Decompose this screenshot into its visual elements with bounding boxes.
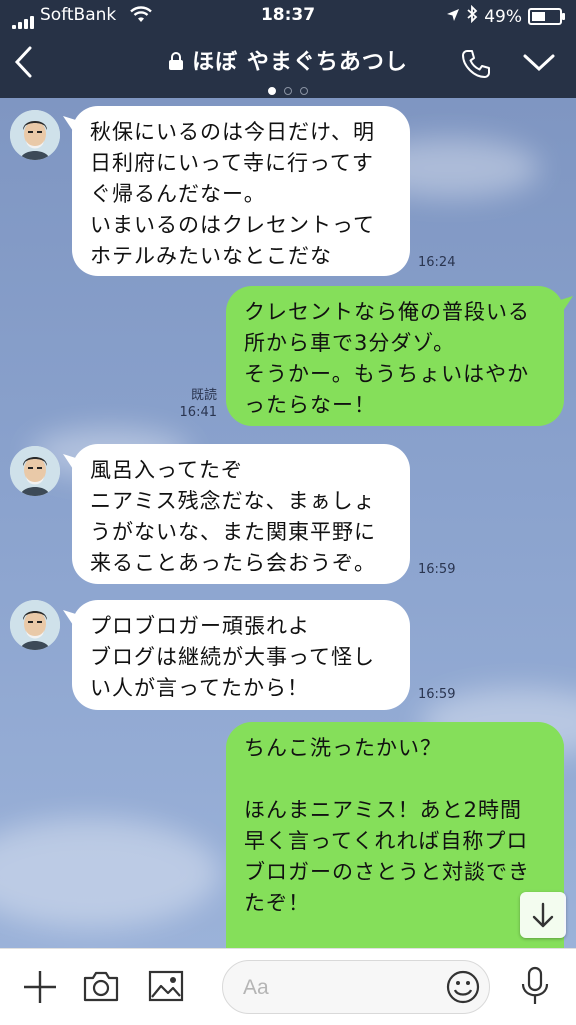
lock-icon (168, 51, 184, 76)
input-bar (0, 948, 576, 1025)
chat-area[interactable]: 秋保にいるのは今日だけ、明 日利府にいって寺に行ってす ぐ帰るんだなー。 いまい… (0, 98, 576, 948)
emoji-icon[interactable] (445, 969, 481, 1009)
location-icon (446, 7, 460, 27)
image-icon[interactable] (148, 969, 184, 1007)
phone-icon[interactable] (460, 48, 492, 84)
chevron-down-icon[interactable] (522, 52, 556, 78)
scroll-to-bottom-button[interactable] (520, 892, 566, 938)
message-time: 16:59 (418, 562, 456, 577)
bluetooth-icon (466, 4, 478, 28)
plus-icon[interactable] (22, 969, 58, 1009)
avatar[interactable] (10, 600, 60, 650)
chat-title-text: ほぼ やまぐちあつし (192, 50, 408, 75)
message-time: 16:24 (418, 255, 456, 270)
message-time: 16:41 (179, 405, 217, 420)
message-bubble-incoming[interactable]: プロブロガー頑張れよ ブログは継続が大事って怪し い人が言ってたから！ (72, 600, 410, 710)
message-input[interactable] (241, 973, 445, 1003)
message-bubble-incoming[interactable]: 秋保にいるのは今日だけ、明 日利府にいって寺に行ってす ぐ帰るんだなー。 いまい… (72, 106, 410, 276)
message-bubble-outgoing[interactable]: ちんこ洗ったかい？ ほんまニアミス！あと2時間 早く言ってくれれば自称プロ ブロ… (226, 722, 564, 948)
message-bubble-incoming[interactable]: 風呂入ってたぞ ニアミス残念だな、まぁしょ うがないな、また関東平野に 来ること… (72, 444, 410, 584)
microphone-icon[interactable] (518, 965, 552, 1011)
battery-percent: 49% (484, 6, 522, 27)
message-time: 16:59 (418, 687, 456, 702)
top-bar: SoftBank 18:37 49% ほぼ やまぐちあつし (0, 0, 576, 98)
message-bubble-outgoing[interactable]: クレセントなら俺の普段いる 所から車で3分ダゾ。 そうかー。もうちょいはやか っ… (226, 286, 564, 426)
chat-header: ほぼ やまぐちあつし (0, 32, 576, 98)
avatar[interactable] (10, 110, 60, 160)
battery-icon (528, 8, 565, 25)
camera-icon[interactable] (82, 969, 120, 1007)
read-receipt: 既読 (190, 388, 217, 403)
avatar[interactable] (10, 446, 60, 496)
status-bar: SoftBank 18:37 49% (0, 0, 576, 32)
message-input-field[interactable] (222, 960, 490, 1014)
